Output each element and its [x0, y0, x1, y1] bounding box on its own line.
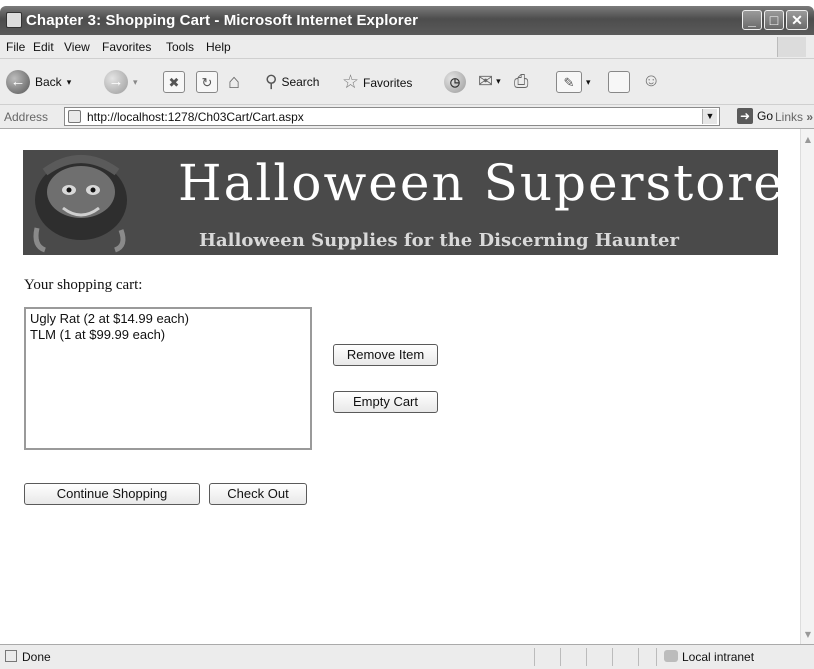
- mail-button[interactable]: ✉ ▾: [478, 71, 501, 92]
- cart-item[interactable]: TLM (1 at $99.99 each): [30, 327, 306, 343]
- security-zone: Local intranet: [682, 650, 755, 664]
- close-button[interactable]: ✕: [786, 10, 808, 30]
- forward-button[interactable]: → ▾: [104, 70, 138, 94]
- discuss-button[interactable]: [608, 71, 630, 93]
- status-divider: [534, 648, 535, 666]
- menu-file[interactable]: File: [6, 40, 25, 54]
- stop-button[interactable]: ✖: [163, 71, 185, 93]
- menu-view[interactable]: View: [64, 40, 90, 54]
- store-banner: Halloween Superstore Halloween Supplies …: [23, 150, 778, 255]
- address-input[interactable]: http://localhost:1278/Ch03Cart/Cart.aspx…: [64, 107, 720, 126]
- messenger-button[interactable]: ☺: [642, 70, 660, 91]
- forward-dropdown-icon[interactable]: ▾: [133, 77, 138, 88]
- maximize-button[interactable]: □: [764, 10, 784, 30]
- banner-title: Halloween Superstore: [178, 154, 778, 212]
- minimize-button[interactable]: _: [742, 10, 762, 30]
- favorites-label: Favorites: [363, 75, 413, 90]
- windows-logo-icon: [777, 37, 806, 57]
- menu-help[interactable]: Help: [206, 40, 231, 54]
- print-button[interactable]: ⎙: [514, 71, 528, 92]
- check-out-button[interactable]: Check Out: [209, 483, 307, 505]
- status-divider: [638, 648, 639, 666]
- edit-button[interactable]: ✎ ▾: [556, 71, 591, 93]
- address-dropdown-icon[interactable]: ▼: [702, 109, 717, 124]
- page-content: Halloween Superstore Halloween Supplies …: [0, 129, 800, 644]
- mail-dropdown-icon[interactable]: ▾: [496, 76, 501, 87]
- back-arrow-icon: ←: [6, 70, 30, 94]
- menu-favorites[interactable]: Favorites: [102, 40, 151, 54]
- remove-item-button[interactable]: Remove Item: [333, 344, 438, 366]
- page-icon: [68, 110, 81, 123]
- search-label: Search: [281, 75, 320, 89]
- chevron-right-icon: »: [806, 110, 814, 124]
- cart-item[interactable]: Ugly Rat (2 at $14.99 each): [30, 311, 306, 327]
- empty-cart-button[interactable]: Empty Cart: [333, 391, 438, 413]
- monster-image: [23, 150, 143, 255]
- messenger-icon: ☺: [642, 70, 661, 90]
- status-divider: [612, 648, 613, 666]
- cart-label: Your shopping cart:: [24, 277, 143, 293]
- ie-app-icon: [6, 12, 22, 28]
- address-url: http://localhost:1278/Ch03Cart/Cart.aspx: [87, 110, 304, 124]
- continue-shopping-button[interactable]: Continue Shopping: [24, 483, 200, 505]
- menu-bar: File Edit View Favorites Tools Help: [0, 35, 814, 59]
- back-label: Back: [35, 75, 62, 89]
- scroll-up-icon[interactable]: ▲: [802, 133, 814, 147]
- edit-icon: ✎: [556, 71, 582, 93]
- address-label: Address: [4, 110, 49, 124]
- status-text: Done: [22, 650, 51, 664]
- home-icon: ⌂: [228, 71, 241, 93]
- status-divider: [586, 648, 587, 666]
- back-button[interactable]: ← Back ▾: [6, 70, 71, 94]
- discuss-icon: [608, 71, 630, 93]
- history-icon: ◷: [444, 71, 466, 93]
- banner-subtitle: Halloween Supplies for the Discerning Ha…: [199, 230, 679, 251]
- edit-dropdown-icon[interactable]: ▾: [586, 77, 591, 88]
- history-button[interactable]: ◷: [444, 71, 466, 93]
- status-divider: [656, 648, 657, 666]
- scroll-down-icon[interactable]: ▼: [802, 628, 814, 642]
- back-dropdown-icon[interactable]: ▾: [67, 77, 72, 88]
- print-icon: ⎙: [514, 71, 529, 91]
- menu-tools[interactable]: Tools: [166, 40, 194, 54]
- search-icon: ⚲: [265, 72, 278, 91]
- links-label: Links: [775, 110, 804, 124]
- refresh-button[interactable]: ↻: [196, 71, 218, 93]
- status-page-icon: [5, 650, 17, 662]
- address-bar: Address http://localhost:1278/Ch03Cart/C…: [0, 105, 814, 129]
- toolbar: ← Back ▾ → ▾ ✖ ↻ ⌂ ⚲ Search ☆ Favorites …: [0, 59, 814, 105]
- menu-edit[interactable]: Edit: [33, 40, 54, 54]
- status-bar: Done Local intranet: [0, 644, 814, 669]
- go-button[interactable]: ➜ Go: [737, 108, 773, 124]
- status-divider: [560, 648, 561, 666]
- refresh-icon: ↻: [196, 71, 218, 93]
- cart-listbox[interactable]: Ugly Rat (2 at $14.99 each) TLM (1 at $9…: [24, 307, 312, 450]
- go-arrow-icon: ➜: [737, 108, 753, 124]
- window-title: Chapter 3: Shopping Cart - Microsoft Int…: [26, 12, 419, 29]
- search-button[interactable]: ⚲ Search: [265, 72, 319, 92]
- mail-icon: ✉: [478, 71, 494, 91]
- intranet-icon: [664, 650, 678, 662]
- home-button[interactable]: ⌂: [228, 71, 240, 94]
- links-button[interactable]: Links »: [775, 110, 813, 124]
- title-bar: Chapter 3: Shopping Cart - Microsoft Int…: [0, 6, 814, 35]
- stop-icon: ✖: [163, 71, 185, 93]
- forward-arrow-icon: →: [104, 70, 128, 94]
- vertical-scrollbar[interactable]: ▲ ▼: [800, 129, 814, 644]
- favorites-star-icon: ☆: [342, 72, 360, 93]
- favorites-button[interactable]: ☆ Favorites: [342, 71, 412, 94]
- go-label: Go: [757, 109, 774, 123]
